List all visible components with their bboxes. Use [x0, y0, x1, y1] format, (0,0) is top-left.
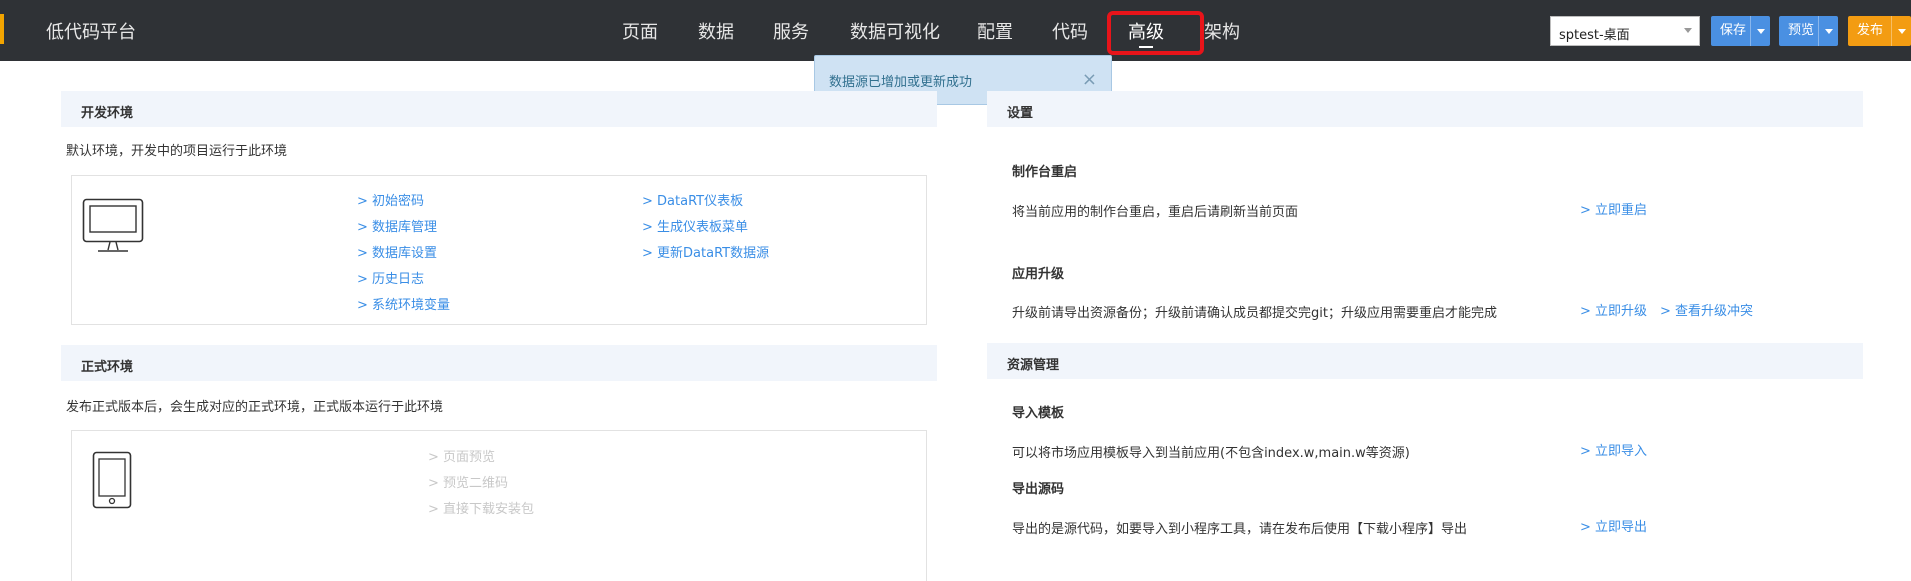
publish-button-group: 发布 [1848, 16, 1911, 46]
save-button[interactable]: 保存 [1711, 16, 1746, 46]
chevron-down-icon [1684, 28, 1692, 33]
preview-dropdown-icon[interactable] [1818, 16, 1838, 46]
link-datart-dashboard[interactable]: > DataRT仪表板 [642, 190, 743, 209]
preview-button[interactable]: 预览 [1779, 16, 1814, 46]
publish-button[interactable]: 发布 [1848, 16, 1883, 46]
environment-select[interactable]: sptest-桌面 [1550, 16, 1700, 46]
upgrade-title: 应用升级 [1012, 267, 1065, 282]
publish-dropdown-icon[interactable] [1891, 16, 1911, 46]
top-navbar: 低代码平台 页面 数据 服务 数据可视化 配置 代码 高级 架构 sptest-… [0, 0, 1911, 61]
resources-header: 资源管理 [987, 343, 1863, 379]
link-update-datart-datasource[interactable]: > 更新DataRT数据源 [642, 242, 769, 261]
link-preview-qrcode: > 预览二维码 [428, 476, 509, 491]
preview-button-group: 预览 [1779, 16, 1838, 46]
nav-item-data[interactable]: 数据 [698, 18, 734, 44]
link-database-management[interactable]: > 数据库管理 [357, 216, 437, 235]
nav-item-pages[interactable]: 页面 [622, 18, 658, 44]
link-import-now[interactable]: > 立即导入 [1580, 440, 1647, 459]
restart-description: 将当前应用的制作台重启，重启后请刷新当前页面 [1012, 205, 1299, 220]
close-icon[interactable]: × [1082, 69, 1097, 90]
link-export-now[interactable]: > 立即导出 [1580, 516, 1647, 535]
link-system-env-vars[interactable]: > 系统环境变量 [357, 294, 450, 313]
export-source-title: 导出源码 [1012, 482, 1065, 497]
link-page-preview: > 页面预览 [428, 450, 496, 465]
toast-message: 数据源已增加或更新成功 [829, 75, 973, 90]
nav-item-config[interactable]: 配置 [977, 18, 1013, 44]
link-download-package: > 直接下载安装包 [428, 502, 535, 517]
nav-item-visualization[interactable]: 数据可视化 [850, 18, 940, 44]
prod-env-description: 发布正式版本后，会生成对应的正式环境，正式版本运行于此环境 [66, 400, 444, 415]
link-history-log[interactable]: > 历史日志 [357, 268, 424, 287]
save-button-group: 保存 [1711, 16, 1770, 46]
export-source-description: 导出的是源代码，如要导入到小程序工具，请在发布后使用【下载小程序】导出 [1012, 522, 1468, 537]
mobile-phone-icon [92, 451, 132, 509]
desktop-monitor-icon [82, 198, 144, 252]
import-template-title: 导入模板 [1012, 406, 1065, 421]
prod-env-header: 正式环境 [61, 345, 937, 381]
nav-item-architecture[interactable]: 架构 [1204, 18, 1240, 44]
link-initial-password[interactable]: > 初始密码 [357, 190, 424, 209]
dev-env-panel: > 初始密码 > 数据库管理 > 数据库设置 > 历史日志 > 系统环境变量 >… [71, 175, 927, 325]
nav-item-services[interactable]: 服务 [773, 18, 809, 44]
link-database-settings[interactable]: > 数据库设置 [357, 242, 437, 261]
link-restart-now[interactable]: > 立即重启 [1580, 199, 1647, 218]
dev-env-header: 开发环境 [61, 91, 937, 127]
highlight-annotation-box [1107, 11, 1204, 55]
prod-env-panel: > 页面预览 > 预览二维码 > 直接下载安装包 [71, 430, 927, 581]
environment-select-value: sptest-桌面 [1559, 28, 1630, 43]
upgrade-description: 升级前请导出资源备份；升级前请确认成员都提交完git；升级应用需要重启才能完成 [1012, 306, 1497, 321]
settings-header: 设置 [987, 91, 1863, 127]
link-generate-dashboard-menu[interactable]: > 生成仪表板菜单 [642, 216, 748, 235]
brand-accent-bar [0, 14, 4, 44]
save-dropdown-icon[interactable] [1750, 16, 1770, 46]
restart-title: 制作台重启 [1012, 165, 1078, 180]
nav-item-code[interactable]: 代码 [1052, 18, 1088, 44]
import-template-description: 可以将市场应用模板导入到当前应用(不包含index.w,main.w等资源) [1012, 446, 1410, 461]
dev-env-description: 默认环境，开发中的项目运行于此环境 [66, 144, 288, 159]
link-upgrade-now[interactable]: > 立即升级 [1580, 300, 1647, 319]
app-brand: 低代码平台 [46, 22, 136, 43]
link-view-upgrade-conflicts[interactable]: > 查看升级冲突 [1660, 300, 1753, 319]
